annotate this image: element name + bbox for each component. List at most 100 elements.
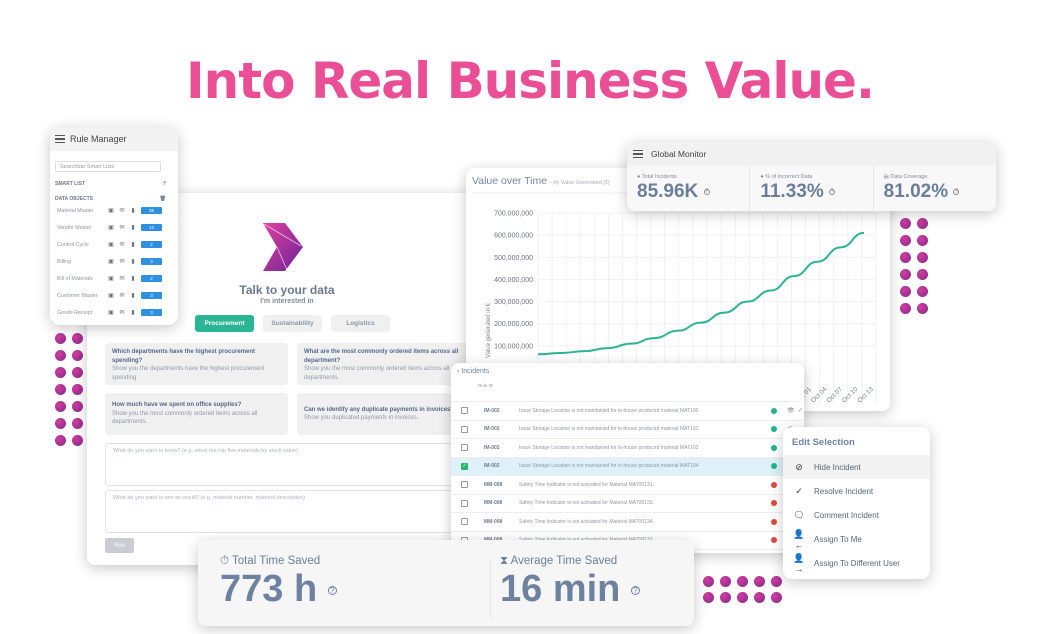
data-object-row[interactable]: Control Cycle ▣ ✉ ▮ 2: [50, 236, 178, 253]
dot: [900, 252, 911, 263]
trash-icon[interactable]: ▮: [129, 207, 137, 214]
help-icon[interactable]: ?: [829, 188, 836, 195]
menu-item-hide-incident[interactable]: ⊘ Hide Incident: [783, 455, 930, 479]
dot: [917, 303, 928, 314]
incident-row[interactable]: MM-008 Safety Time Indicator is not acti…: [451, 513, 804, 532]
dot: [703, 592, 714, 603]
data-object-row[interactable]: Bill of Materials ▣ ✉ ▮ 2: [50, 270, 178, 287]
smart-list-search-input[interactable]: Searchbar Smart Lists: [55, 161, 161, 172]
trash-icon[interactable]: ▮: [129, 241, 137, 248]
menu-item-label: Assign To Different User: [814, 558, 900, 568]
data-object-row[interactable]: Goods Receipt ▣ ✉ ▮ 3: [50, 304, 178, 321]
row-checkbox[interactable]: [461, 481, 468, 489]
menu-icon[interactable]: [633, 150, 643, 158]
incident-row[interactable]: ✓ IM-002 Issue Storage Location is not m…: [451, 457, 804, 476]
mail-icon[interactable]: ✉: [118, 207, 126, 214]
global-monitor-panel: Global Monitor ● Total Incidents 85.96K ?…: [627, 142, 996, 211]
mail-icon[interactable]: ✉: [118, 224, 126, 231]
chevron-right-icon[interactable]: ›: [457, 368, 459, 375]
hide-icon[interactable]: 👁: [787, 407, 795, 414]
dot: [55, 384, 66, 395]
check-icon: ✓: [795, 485, 803, 496]
menu-item-label: Resolve Incident: [814, 486, 874, 496]
count-badge: 2: [141, 275, 162, 282]
count-badge: 2: [141, 241, 162, 248]
data-object-row[interactable]: Customer Master ▣ ✉ ▮ 3: [50, 287, 178, 304]
menu-item-assign-to-different-user[interactable]: 👤→ Assign To Different User: [783, 551, 930, 575]
image-icon[interactable]: ▣: [107, 258, 115, 265]
image-icon[interactable]: ▣: [107, 224, 115, 231]
question-answer: Show you the departments have the highes…: [112, 366, 265, 381]
check-icon[interactable]: ✓: [798, 407, 803, 414]
menu-item-assign-to-me[interactable]: 👤← Assign To Me: [783, 527, 930, 551]
dot: [771, 576, 782, 587]
dots-right: [900, 218, 928, 314]
result-input[interactable]: What do you want to see as result? (e.g.…: [105, 490, 485, 533]
image-icon[interactable]: ▣: [107, 207, 115, 214]
help-icon[interactable]: ?: [327, 586, 337, 596]
help-icon[interactable]: ?: [703, 188, 710, 195]
menu-item-comment-incident[interactable]: 🗨 Comment Incident: [783, 503, 930, 527]
trash-icon[interactable]: ▮: [129, 224, 137, 231]
mail-icon[interactable]: ✉: [118, 241, 126, 248]
data-object-row[interactable]: Material Master ▣ ✉ ▮ 35: [50, 202, 178, 219]
menu-item-label: Comment Incident: [814, 510, 879, 520]
help-icon[interactable]: ?: [953, 188, 960, 195]
row-checkbox[interactable]: [461, 444, 468, 452]
count-badge: 3: [141, 292, 162, 299]
run-button[interactable]: Run: [105, 538, 134, 553]
headline: Into Real Business Value.: [186, 52, 875, 110]
dot: [72, 384, 83, 395]
row-checkbox[interactable]: [461, 407, 468, 415]
help-icon[interactable]: ?: [163, 181, 166, 187]
data-objects-label: DATA OBJECTS: [55, 196, 93, 202]
dot: [72, 333, 83, 344]
row-checkbox[interactable]: [461, 518, 468, 526]
mail-icon[interactable]: ✉: [118, 292, 126, 299]
question-text: Can we identify any duplicate payments i…: [304, 406, 455, 413]
data-object-row[interactable]: Vendor Master ▣ ✉ ▮ 13: [50, 219, 178, 236]
incident-row[interactable]: IM-002 Issue Storage Location is not mai…: [451, 439, 804, 458]
image-icon[interactable]: ▣: [107, 275, 115, 282]
incident-row[interactable]: MM-008 Safety Time Indicator is not acti…: [451, 495, 804, 513]
chip-procurement[interactable]: Procurement: [195, 315, 254, 332]
dot: [900, 269, 911, 280]
row-checkbox[interactable]: [461, 425, 468, 433]
trash-icon[interactable]: ▮: [129, 275, 137, 282]
help-icon[interactable]: ?: [630, 586, 640, 596]
incident-row[interactable]: IM-002 Issue Storage Location is not mai…: [451, 402, 804, 421]
x-tick-label: Oct 07: [825, 386, 844, 405]
dot: [55, 418, 66, 429]
trash-icon[interactable]: ▮: [129, 258, 137, 265]
dot: [55, 333, 66, 344]
mail-icon[interactable]: ✉: [118, 275, 126, 282]
status-dot: [771, 426, 777, 433]
kpi-label: Total Incidents: [641, 174, 677, 180]
trash-icon[interactable]: ▮: [129, 309, 137, 316]
dot: [720, 592, 731, 603]
question-card[interactable]: How much have we spent on office supplie…: [105, 393, 288, 435]
incident-row[interactable]: IM-002 Issue Storage Location is not mai…: [451, 421, 804, 439]
menu-icon[interactable]: [55, 135, 65, 143]
chip-sustainability[interactable]: Sustainability: [263, 315, 322, 332]
rule-id: MM-008: [484, 481, 503, 488]
column-header-rule-id[interactable]: Rule ID: [451, 380, 804, 402]
mail-icon[interactable]: ✉: [118, 309, 126, 316]
status-dot: [771, 537, 777, 544]
incident-text: Issue Storage Location is not maintained…: [519, 444, 699, 451]
data-object-row[interactable]: Billing ▣ ✉ ▮ 3: [50, 253, 178, 270]
menu-item-resolve-incident[interactable]: ✓ Resolve Incident: [783, 479, 930, 503]
row-checkbox[interactable]: ✓: [461, 462, 468, 470]
chip-logistics[interactable]: Logistics: [331, 315, 390, 332]
know-input[interactable]: What do you want to know? (e.g. show me …: [105, 443, 485, 486]
trash-icon[interactable]: ▮: [129, 292, 137, 299]
mail-icon[interactable]: ✉: [118, 258, 126, 265]
kpi-label: Data Coverage: [890, 174, 928, 180]
trash-icon[interactable]: 🗑: [160, 196, 166, 202]
image-icon[interactable]: ▣: [107, 309, 115, 316]
question-card[interactable]: Which departments have the highest procu…: [105, 343, 288, 385]
image-icon[interactable]: ▣: [107, 292, 115, 299]
row-checkbox[interactable]: [461, 499, 468, 507]
incident-row[interactable]: MM-008 Safety Time Indicator is not acti…: [451, 476, 804, 495]
image-icon[interactable]: ▣: [107, 241, 115, 248]
